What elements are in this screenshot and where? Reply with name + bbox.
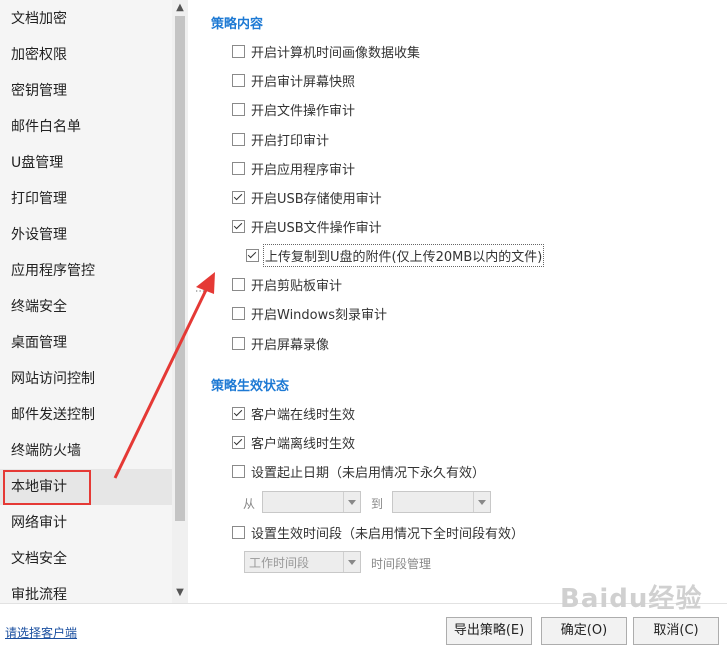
ok-button[interactable]: 确定(O) (541, 617, 627, 645)
export-policy-button[interactable]: 导出策略(E) (446, 617, 532, 645)
cancel-button[interactable]: 取消(C) (633, 617, 719, 645)
select-client-link[interactable]: 请选择客户端 (5, 624, 77, 641)
annotation-arrow-icon (113, 272, 215, 479)
watermark-logo: Baidu经验 (560, 584, 703, 614)
